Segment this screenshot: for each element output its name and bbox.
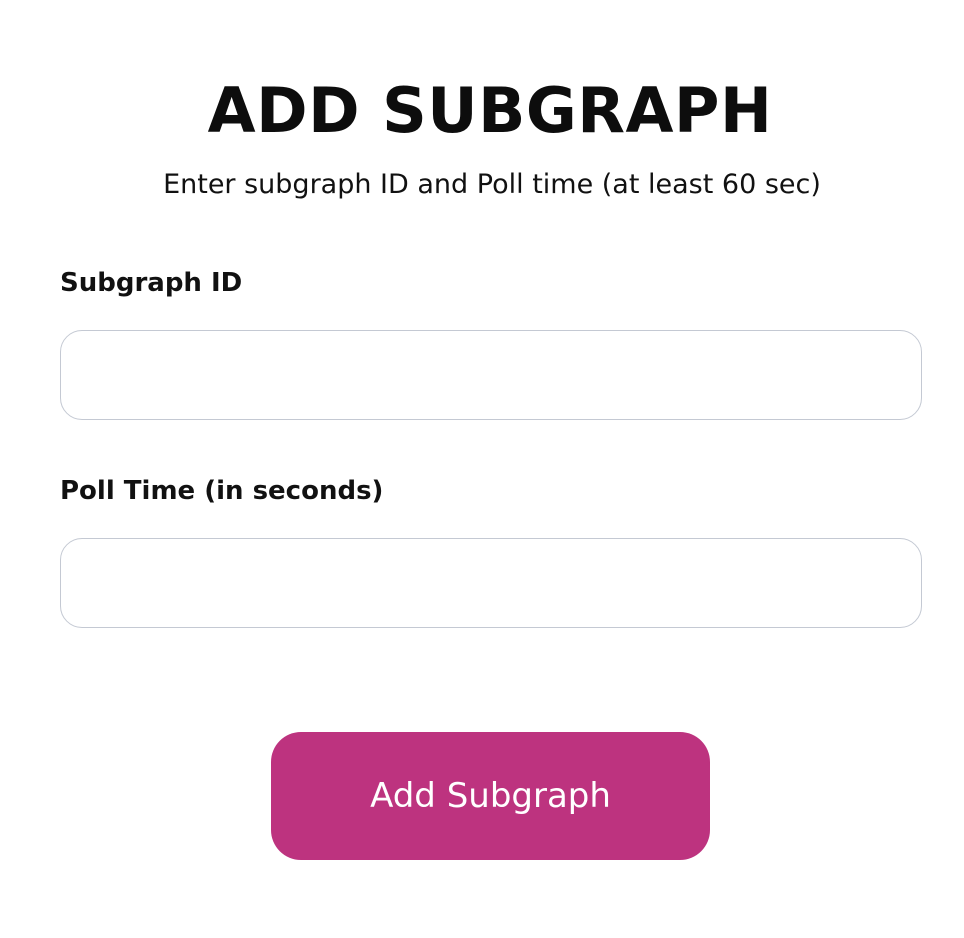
- subgraph-id-input[interactable]: [60, 330, 922, 420]
- page-title: ADD SUBGRAPH: [207, 74, 773, 147]
- poll-time-input[interactable]: [60, 538, 922, 628]
- add-subgraph-button[interactable]: Add Subgraph: [271, 732, 710, 860]
- page-subtitle: Enter subgraph ID and Poll time (at leas…: [163, 169, 821, 200]
- subgraph-id-label: Subgraph ID: [60, 268, 243, 298]
- add-subgraph-form: ADD SUBGRAPH Enter subgraph ID and Poll …: [0, 0, 964, 938]
- poll-time-label: Poll Time (in seconds): [60, 476, 384, 506]
